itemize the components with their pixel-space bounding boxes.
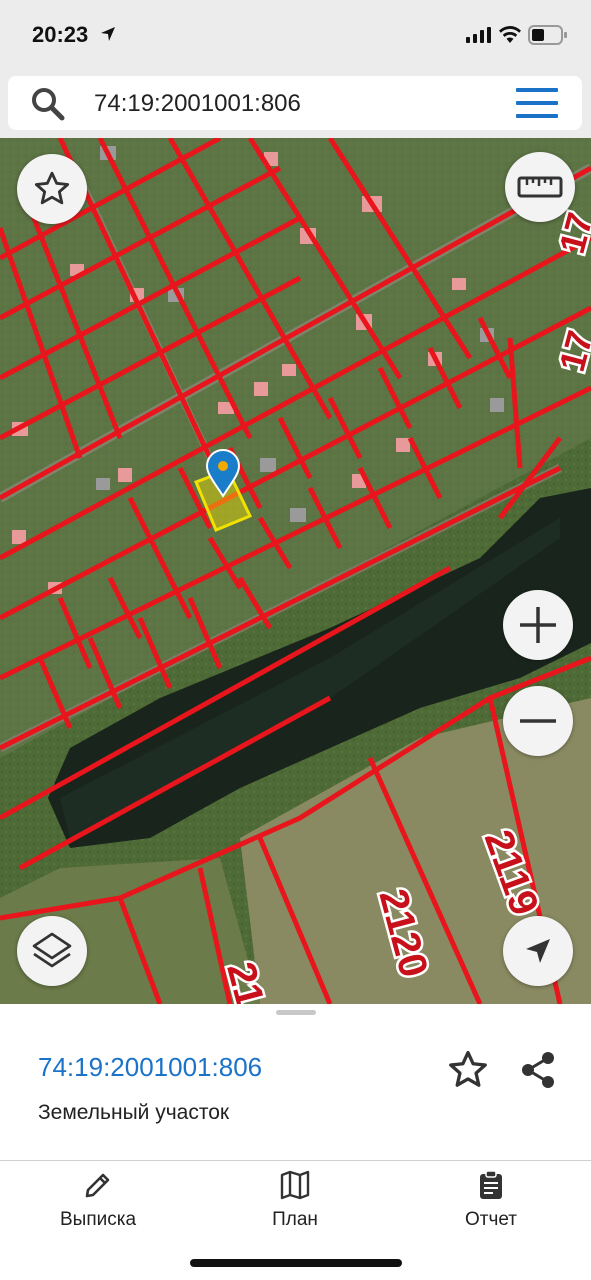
zoom-out-button[interactable] (503, 686, 573, 756)
layers-icon (32, 932, 72, 968)
search-bar-container (0, 70, 591, 138)
ruler-icon (517, 176, 563, 198)
star-icon (34, 171, 70, 205)
tab-plan[interactable]: План (225, 1169, 365, 1239)
layers-button[interactable] (17, 916, 87, 986)
battery-icon (528, 25, 567, 45)
share-icon[interactable] (518, 1048, 558, 1092)
zoom-in-button[interactable] (503, 590, 573, 660)
parcel-info-sheet[interactable]: 74:19:2001001:806 Земельный участок (0, 1004, 591, 1160)
satellite-map[interactable]: 17 17 2119 2120 21 (0, 138, 591, 1004)
locate-button[interactable] (503, 916, 573, 986)
tab-label: Выписка (59, 1209, 137, 1230)
search-input[interactable] (94, 90, 494, 118)
tab-label: План (272, 1209, 318, 1230)
clipboard-icon (480, 1170, 502, 1199)
drag-handle[interactable] (276, 1010, 316, 1015)
tab-report[interactable]: Отчет (421, 1169, 561, 1239)
status-time: 20:23 (32, 22, 89, 47)
menu-icon[interactable] (516, 88, 560, 120)
wifi-icon (499, 26, 521, 43)
parcel-cadastral-number[interactable]: 74:19:2001001:806 (38, 1052, 262, 1083)
minus-icon (520, 719, 556, 723)
cellular-signal-icon (466, 27, 491, 43)
navigation-arrow-icon (526, 939, 550, 963)
map-view[interactable]: 17 17 2119 2120 21 (0, 138, 591, 1004)
map-icon (280, 1170, 310, 1200)
star-icon[interactable] (446, 1048, 490, 1092)
favorite-button[interactable] (17, 154, 87, 224)
parcel-type-label: Земельный участок (38, 1101, 230, 1124)
search-icon[interactable] (30, 86, 66, 122)
tab-label: Отчет (464, 1209, 518, 1230)
tab-statement[interactable]: Выписка (28, 1169, 168, 1239)
plus-icon (520, 607, 556, 643)
ruler-button[interactable] (505, 152, 575, 222)
search-bar[interactable] (8, 76, 582, 130)
home-indicator[interactable] (190, 1259, 402, 1267)
status-bar: 20:23 (0, 0, 591, 70)
location-arrow-icon (101, 27, 115, 41)
pencil-icon (85, 1173, 110, 1198)
